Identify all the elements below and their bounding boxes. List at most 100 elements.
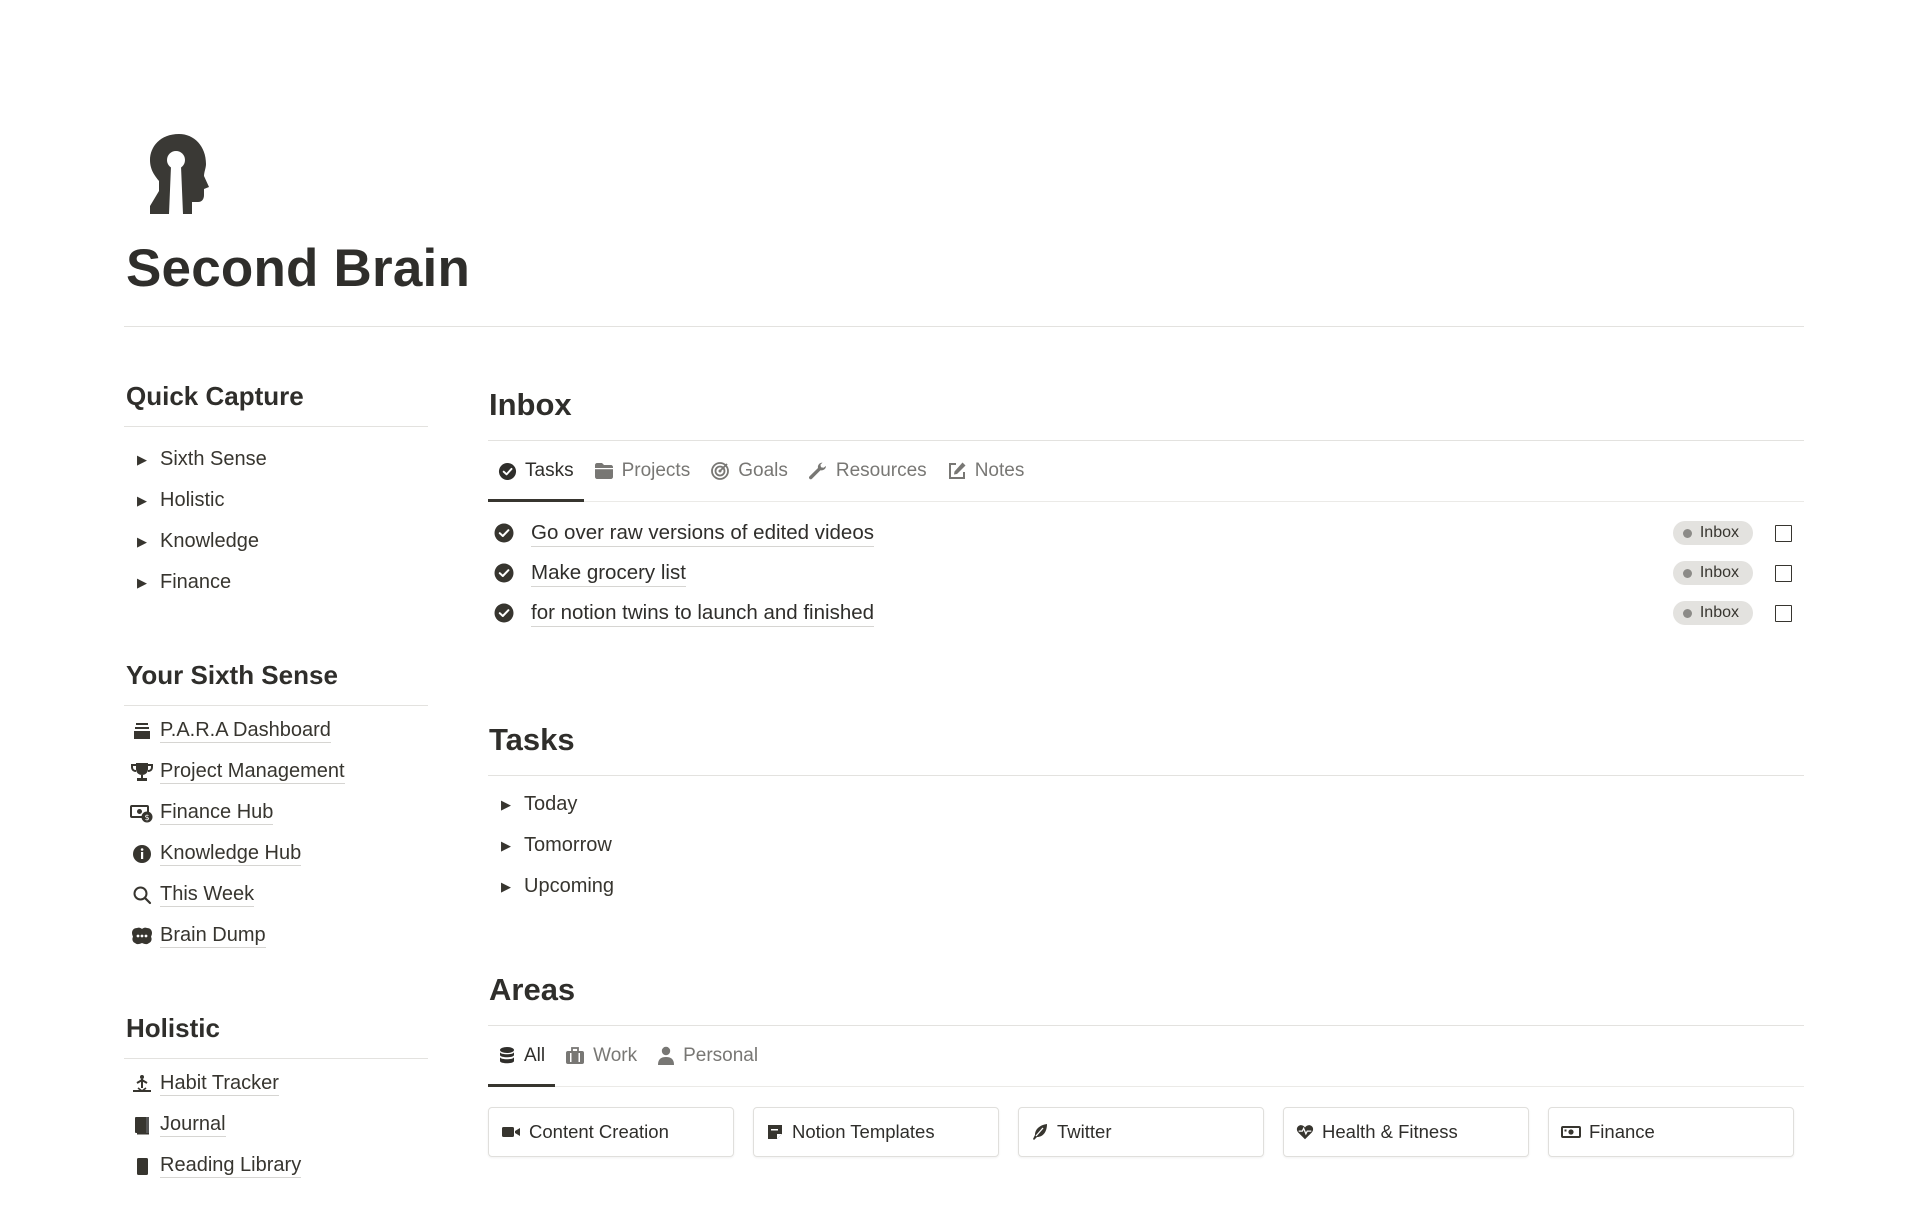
tab-label: Resources	[835, 460, 927, 481]
check-circle-icon	[488, 523, 531, 543]
money-icon: $	[124, 803, 160, 823]
tab-label: Work	[593, 1045, 638, 1066]
tasks-section: Tasks ▶ Today ▶ Tomorrow ▶ Upcoming	[488, 713, 1804, 907]
link-project-management[interactable]: Project Management	[124, 751, 428, 792]
status-badge: Inbox	[1672, 521, 1753, 545]
cash-icon	[1561, 1124, 1581, 1140]
link-para-dashboard[interactable]: P.A.R.A Dashboard	[124, 710, 428, 751]
svg-text:$: $	[144, 813, 149, 822]
area-card-finance[interactable]: Finance	[1548, 1107, 1794, 1157]
briefcase-icon	[565, 1046, 585, 1066]
toggle-label: Tomorrow	[524, 834, 612, 856]
check-circle-icon	[488, 603, 531, 623]
area-card-notion-templates[interactable]: Notion Templates	[753, 1107, 999, 1157]
link-finance-hub[interactable]: $ Finance Hub	[124, 792, 428, 833]
toggle-label: Upcoming	[524, 875, 615, 897]
journal-icon	[124, 1115, 160, 1135]
toggle-label: Sixth Sense	[160, 448, 267, 470]
feather-icon	[1031, 1123, 1049, 1141]
link-reading-library[interactable]: Reading Library	[124, 1145, 428, 1186]
task-title[interactable]: Make grocery list	[531, 560, 686, 587]
link-label: Finance Hub	[160, 801, 274, 825]
divider	[488, 775, 1804, 776]
area-card-content-creation[interactable]: Content Creation	[488, 1107, 734, 1157]
quick-capture-heading: Quick Capture	[126, 381, 304, 411]
link-brain-dump[interactable]: Brain Dump	[124, 915, 428, 956]
tab-all[interactable]: All	[488, 1026, 556, 1087]
link-habit-tracker[interactable]: Habit Tracker	[124, 1063, 428, 1104]
task-checkbox[interactable]	[1775, 524, 1792, 542]
tab-personal[interactable]: Personal	[647, 1026, 768, 1086]
tab-projects[interactable]: Projects	[584, 441, 701, 501]
edit-icon	[947, 461, 967, 481]
inbox-heading: Inbox	[489, 387, 572, 422]
head-keyhole-icon	[146, 134, 212, 214]
area-cards: Content Creation Notion Templates Twitte…	[488, 1107, 1804, 1157]
areas-heading: Areas	[489, 972, 576, 1007]
tab-label: Notes	[974, 460, 1025, 481]
toggle-knowledge[interactable]: ▶ Knowledge	[124, 521, 428, 562]
status-badge: Inbox	[1672, 601, 1753, 625]
area-card-twitter[interactable]: Twitter	[1018, 1107, 1264, 1157]
page-title: Second Brain	[126, 239, 471, 298]
link-label: Habit Tracker	[160, 1072, 279, 1096]
sixth-sense-section: Your Sixth Sense P.A.R.A Dashboard Proje…	[124, 655, 428, 956]
card-label: Content Creation	[529, 1121, 669, 1142]
link-journal[interactable]: Journal	[124, 1104, 428, 1145]
brain-icon	[124, 926, 160, 946]
check-circle-icon	[488, 563, 531, 583]
check-circle-icon	[498, 462, 517, 481]
trophy-icon	[124, 762, 160, 782]
triangle-right-icon: ▶	[137, 492, 147, 508]
folder-icon	[594, 462, 614, 480]
right-column: Inbox Tasks Projects Goals Resources Not…	[488, 378, 1804, 1157]
inbox-section: Inbox Tasks Projects Goals Resources Not…	[488, 378, 1804, 633]
link-knowledge-hub[interactable]: Knowledge Hub	[124, 833, 428, 874]
search-icon	[124, 885, 160, 905]
task-row: Go over raw versions of edited videos In…	[488, 513, 1804, 553]
bookmark-icon	[124, 1156, 160, 1176]
note-icon	[766, 1123, 784, 1141]
toggle-today[interactable]: ▶ Today	[488, 784, 1804, 825]
toggle-label: Holistic	[160, 489, 225, 511]
toggle-upcoming[interactable]: ▶ Upcoming	[488, 866, 1804, 907]
card-label: Finance	[1589, 1121, 1655, 1142]
toggle-finance[interactable]: ▶ Finance	[124, 562, 428, 603]
area-card-health-fitness[interactable]: Health & Fitness	[1283, 1107, 1529, 1157]
tab-resources[interactable]: Resources	[798, 441, 937, 501]
habit-icon	[124, 1074, 160, 1094]
link-this-week[interactable]: This Week	[124, 874, 428, 915]
tab-label: Personal	[683, 1045, 759, 1066]
toggle-holistic[interactable]: ▶ Holistic	[124, 480, 428, 521]
task-title[interactable]: Go over raw versions of edited videos	[531, 520, 874, 547]
tab-work[interactable]: Work	[555, 1026, 647, 1086]
title-divider	[124, 326, 1804, 327]
tasks-heading: Tasks	[489, 722, 575, 757]
tab-goals[interactable]: Goals	[700, 441, 798, 501]
toggle-sixth-sense[interactable]: ▶ Sixth Sense	[124, 439, 428, 480]
link-label: Reading Library	[160, 1154, 302, 1178]
triangle-right-icon: ▶	[137, 574, 147, 590]
divider	[124, 705, 428, 706]
inbox-tabs: Tasks Projects Goals Resources Notes	[488, 441, 1804, 502]
task-title[interactable]: for notion twins to launch and finished	[531, 600, 875, 627]
link-label: Brain Dump	[160, 924, 266, 948]
info-icon	[124, 844, 160, 864]
task-row: Make grocery list Inbox	[488, 553, 1804, 593]
task-checkbox[interactable]	[1775, 604, 1792, 622]
task-checkbox[interactable]	[1775, 564, 1792, 582]
toggle-label: Finance	[160, 571, 232, 593]
sixth-sense-heading: Your Sixth Sense	[126, 660, 338, 690]
layers-icon	[124, 721, 160, 741]
areas-tabs: All Work Personal	[488, 1026, 1804, 1087]
triangle-right-icon: ▶	[137, 451, 147, 467]
toggle-tomorrow[interactable]: ▶ Tomorrow	[488, 825, 1804, 866]
card-label: Health & Fitness	[1322, 1121, 1458, 1142]
task-row: for notion twins to launch and finished …	[488, 593, 1804, 633]
target-icon	[710, 461, 730, 481]
tab-tasks[interactable]: Tasks	[488, 441, 584, 502]
tab-notes[interactable]: Notes	[937, 441, 1035, 501]
tab-label: Goals	[738, 460, 788, 481]
person-icon	[657, 1046, 675, 1066]
tab-label: Tasks	[525, 460, 574, 481]
